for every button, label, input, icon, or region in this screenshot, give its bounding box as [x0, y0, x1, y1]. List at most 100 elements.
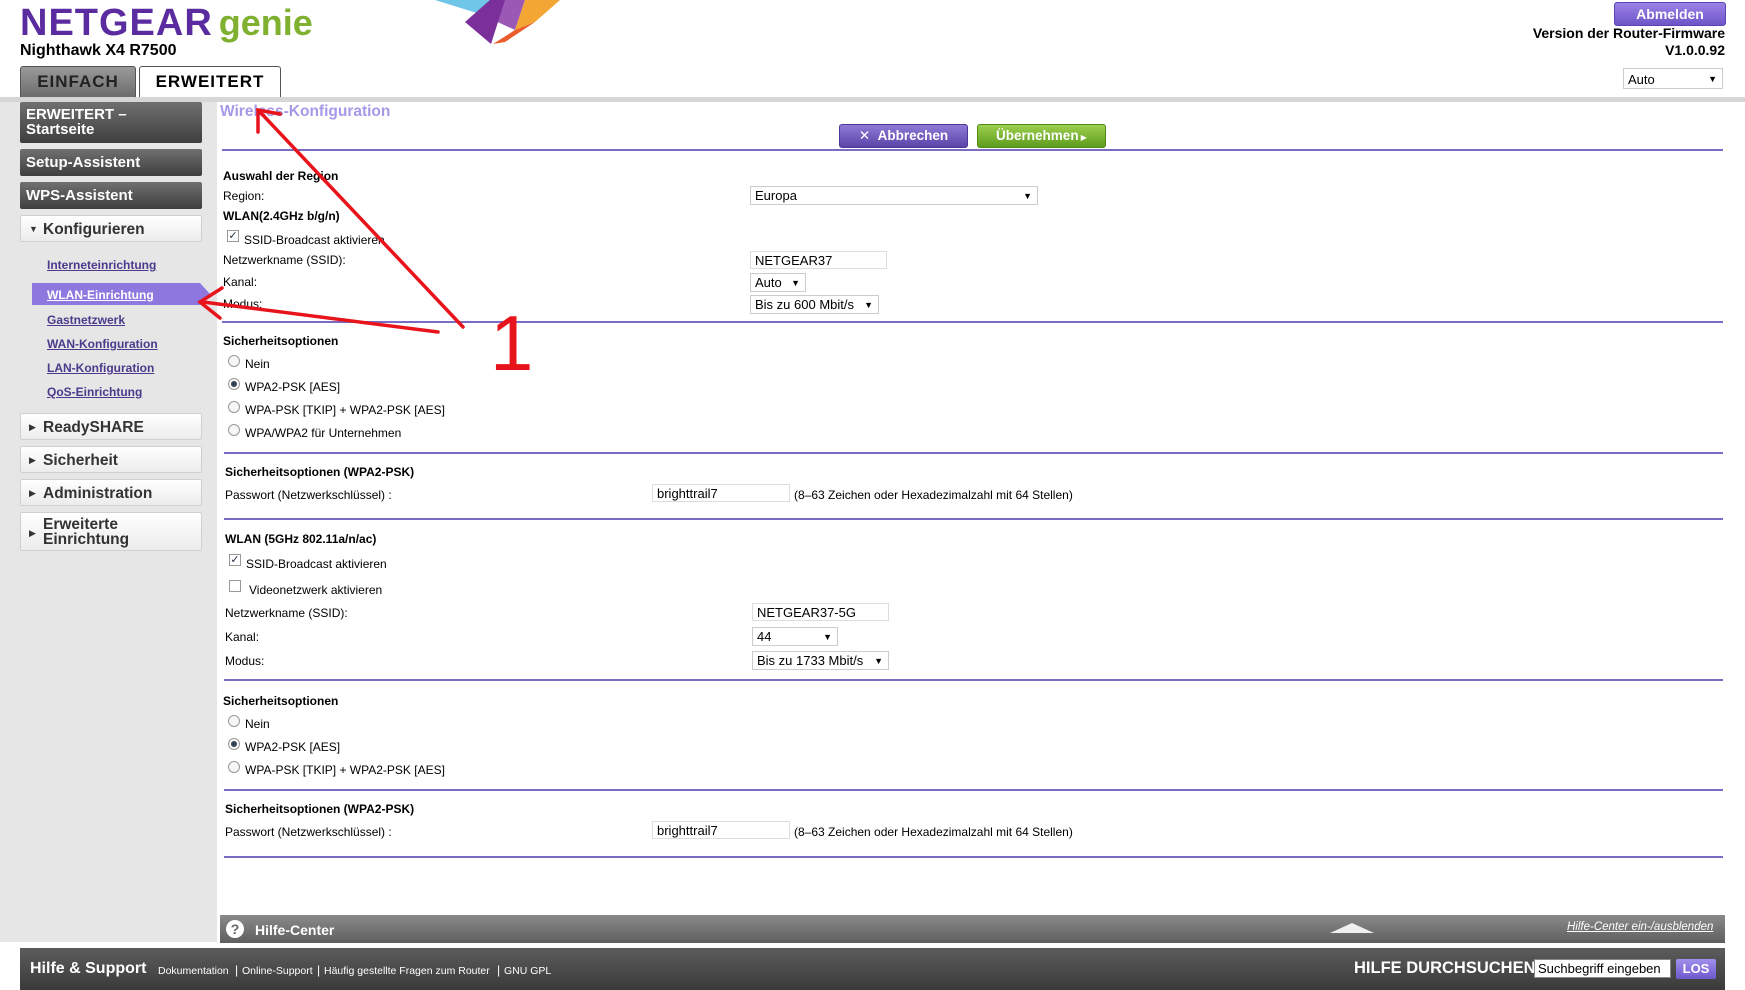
security5-password-input[interactable]: brighttrail7: [652, 821, 790, 839]
security5-option-none-label: Nein: [245, 717, 270, 731]
wlan5-ssid-input[interactable]: NETGEAR37-5G: [752, 603, 889, 621]
security24-option-wpa2-label: WPA2-PSK [AES]: [245, 380, 341, 394]
divider: [224, 856, 1723, 858]
sidebar-item-setup-wizard[interactable]: Setup-Assistent: [20, 149, 202, 176]
security5-option-wpa2-radio[interactable]: [228, 738, 240, 750]
security24-option-none-label: Nein: [245, 357, 270, 371]
sidebar-item-lan-config[interactable]: LAN-Konfiguration: [47, 361, 154, 375]
divider: [222, 149, 1723, 151]
tab-basic[interactable]: EINFACH: [20, 66, 136, 97]
footer-title: Hilfe & Support: [30, 960, 147, 977]
divider: [222, 321, 1723, 323]
security24-option-wpa2-radio[interactable]: [228, 378, 240, 390]
active-pointer-arrow: [200, 283, 210, 305]
cancel-button[interactable]: ✕ Abbrechen: [839, 124, 968, 148]
divider: [224, 452, 1723, 454]
region-label: Region:: [223, 189, 265, 203]
wlan5-heading: WLAN (5GHz 802.11a/n/ac): [225, 532, 377, 546]
security24-option-wpa-mixed-radio[interactable]: [228, 401, 240, 413]
wlan24-ssid-label: Netzwerkname (SSID):: [223, 253, 346, 267]
wlan5-channel-label: Kanal:: [225, 630, 260, 644]
sidebar-item-readyshare[interactable]: ▶ ReadySHARE: [20, 413, 202, 440]
question-icon: ?: [226, 920, 244, 938]
security5-psk-heading: Sicherheitsoptionen (WPA2-PSK): [225, 802, 415, 816]
close-icon: ✕: [858, 128, 878, 143]
sidebar-item-advanced-setup[interactable]: ▶ Erweiterte Einrichtung: [20, 512, 202, 551]
logout-button[interactable]: Abmelden: [1614, 2, 1726, 26]
wlan5-video-network-checkbox[interactable]: [229, 580, 241, 592]
wlan5-ssid-label: Netzwerkname (SSID):: [225, 606, 348, 620]
wlan5-channel-select[interactable]: 44 ▼: [752, 627, 838, 646]
expand-up-icon[interactable]: [1330, 923, 1374, 933]
sidebar-item-internet-setup[interactable]: Interneteinrichtung: [47, 258, 156, 272]
footer-separator: |: [317, 963, 321, 977]
wlan24-mode-select[interactable]: Bis zu 600 Mbit/s ▼: [750, 295, 879, 314]
firmware-label: Version der Router-Firmware: [1532, 25, 1725, 41]
footer-separator: |: [497, 963, 501, 977]
sidebar-item-qos-setup[interactable]: QoS-Einrichtung: [47, 385, 142, 399]
footer-link-online-support[interactable]: Online-Support: [242, 965, 313, 977]
security5-heading: Sicherheitsoptionen: [223, 694, 339, 708]
wlan24-ssid-broadcast-label: SSID-Broadcast aktivieren: [244, 233, 385, 247]
sidebar-item-guest-network[interactable]: Gastnetzwerk: [47, 313, 125, 327]
security5-password-hint: (8–63 Zeichen oder Hexadezimalzahl mit 6…: [794, 825, 1073, 839]
help-search-input[interactable]: Suchbegriff eingeben: [1534, 959, 1671, 978]
wlan24-channel-select[interactable]: Auto ▼: [750, 273, 806, 292]
language-select[interactable]: Auto ▼: [1623, 68, 1723, 89]
sidebar-item-advanced-home[interactable]: ERWEITERT – Startseite: [20, 102, 202, 143]
firmware-version: V1.0.0.92: [1665, 42, 1725, 58]
region-select[interactable]: Europa ▼: [750, 186, 1038, 205]
divider: [224, 679, 1723, 681]
security5-option-none-radio[interactable]: [228, 715, 240, 727]
chevron-down-icon: ▼: [1023, 191, 1032, 201]
triangle-right-icon: ▶: [29, 455, 36, 465]
wlan5-ssid-broadcast-label: SSID-Broadcast aktivieren: [246, 557, 387, 571]
wlan24-ssid-input[interactable]: NETGEAR37: [750, 251, 887, 269]
content-panel: [220, 102, 1725, 914]
footer-separator: |: [235, 963, 239, 977]
sidebar-item-administration[interactable]: ▶ Administration: [20, 479, 202, 506]
triangle-right-icon: ▶: [29, 528, 36, 538]
wlan5-ssid-broadcast-checkbox[interactable]: ✓: [229, 554, 241, 566]
security24-option-enterprise-radio[interactable]: [228, 424, 240, 436]
security5-option-wpa-mixed-radio[interactable]: [228, 761, 240, 773]
apply-button[interactable]: Übernehmen ▶: [977, 124, 1106, 148]
page-title: Wireless-Konfiguration: [220, 103, 391, 120]
triangle-down-icon: ▼: [29, 224, 38, 234]
footer-link-gnu-gpl[interactable]: GNU GPL: [504, 965, 551, 977]
chevron-down-icon: ▼: [874, 656, 883, 666]
chevron-down-icon: ▼: [823, 632, 832, 642]
help-search-button[interactable]: LOS: [1676, 959, 1716, 979]
wlan5-mode-label: Modus:: [225, 654, 265, 668]
sidebar-item-wps-wizard[interactable]: WPS-Assistent: [20, 182, 202, 209]
divider: [224, 518, 1723, 520]
security24-password-hint: (8–63 Zeichen oder Hexadezimalzahl mit 6…: [794, 488, 1073, 502]
security24-password-label: Passwort (Netzwerkschlüssel) :: [225, 488, 392, 502]
wlan5-video-network-label: Videonetzwerk aktivieren: [249, 583, 383, 597]
sidebar-item-configure[interactable]: ▼ Konfigurieren: [20, 215, 202, 242]
help-center-title: Hilfe-Center: [255, 922, 335, 938]
chevron-down-icon: ▼: [791, 278, 800, 288]
wlan24-ssid-broadcast-checkbox[interactable]: ✓: [227, 230, 239, 242]
security24-psk-heading: Sicherheitsoptionen (WPA2-PSK): [225, 465, 415, 479]
security5-option-wpa2-label: WPA2-PSK [AES]: [245, 740, 341, 754]
sidebar-item-wan-config[interactable]: WAN-Konfiguration: [47, 337, 158, 351]
wlan24-channel-label: Kanal:: [223, 275, 258, 289]
footer-link-documentation[interactable]: Dokumentation: [158, 965, 229, 977]
wlan24-mode-label: Modus:: [223, 297, 263, 311]
arrow-right-icon: ▶: [1078, 133, 1087, 142]
security24-password-input[interactable]: brighttrail7: [652, 484, 790, 502]
security24-option-none-radio[interactable]: [228, 355, 240, 367]
sidebar-item-security[interactable]: ▶ Sicherheit: [20, 446, 202, 473]
sidebar-item-wlan-setup[interactable]: WLAN-Einrichtung: [47, 288, 154, 302]
triangle-right-icon: ▶: [29, 488, 36, 498]
logo-decoration-graphic: [435, 0, 560, 44]
help-center-toggle-link[interactable]: Hilfe-Center ein-/ausblenden: [1567, 921, 1713, 933]
wlan24-heading: WLAN(2.4GHz b/g/n): [223, 209, 340, 223]
region-heading: Auswahl der Region: [223, 169, 339, 183]
wlan5-mode-select[interactable]: Bis zu 1733 Mbit/s ▼: [752, 651, 889, 670]
footer-link-faq[interactable]: Häufig gestellte Fragen zum Router: [324, 965, 490, 977]
divider: [224, 789, 1723, 791]
tab-advanced[interactable]: ERWEITERT: [139, 66, 281, 98]
triangle-right-icon: ▶: [29, 422, 36, 432]
